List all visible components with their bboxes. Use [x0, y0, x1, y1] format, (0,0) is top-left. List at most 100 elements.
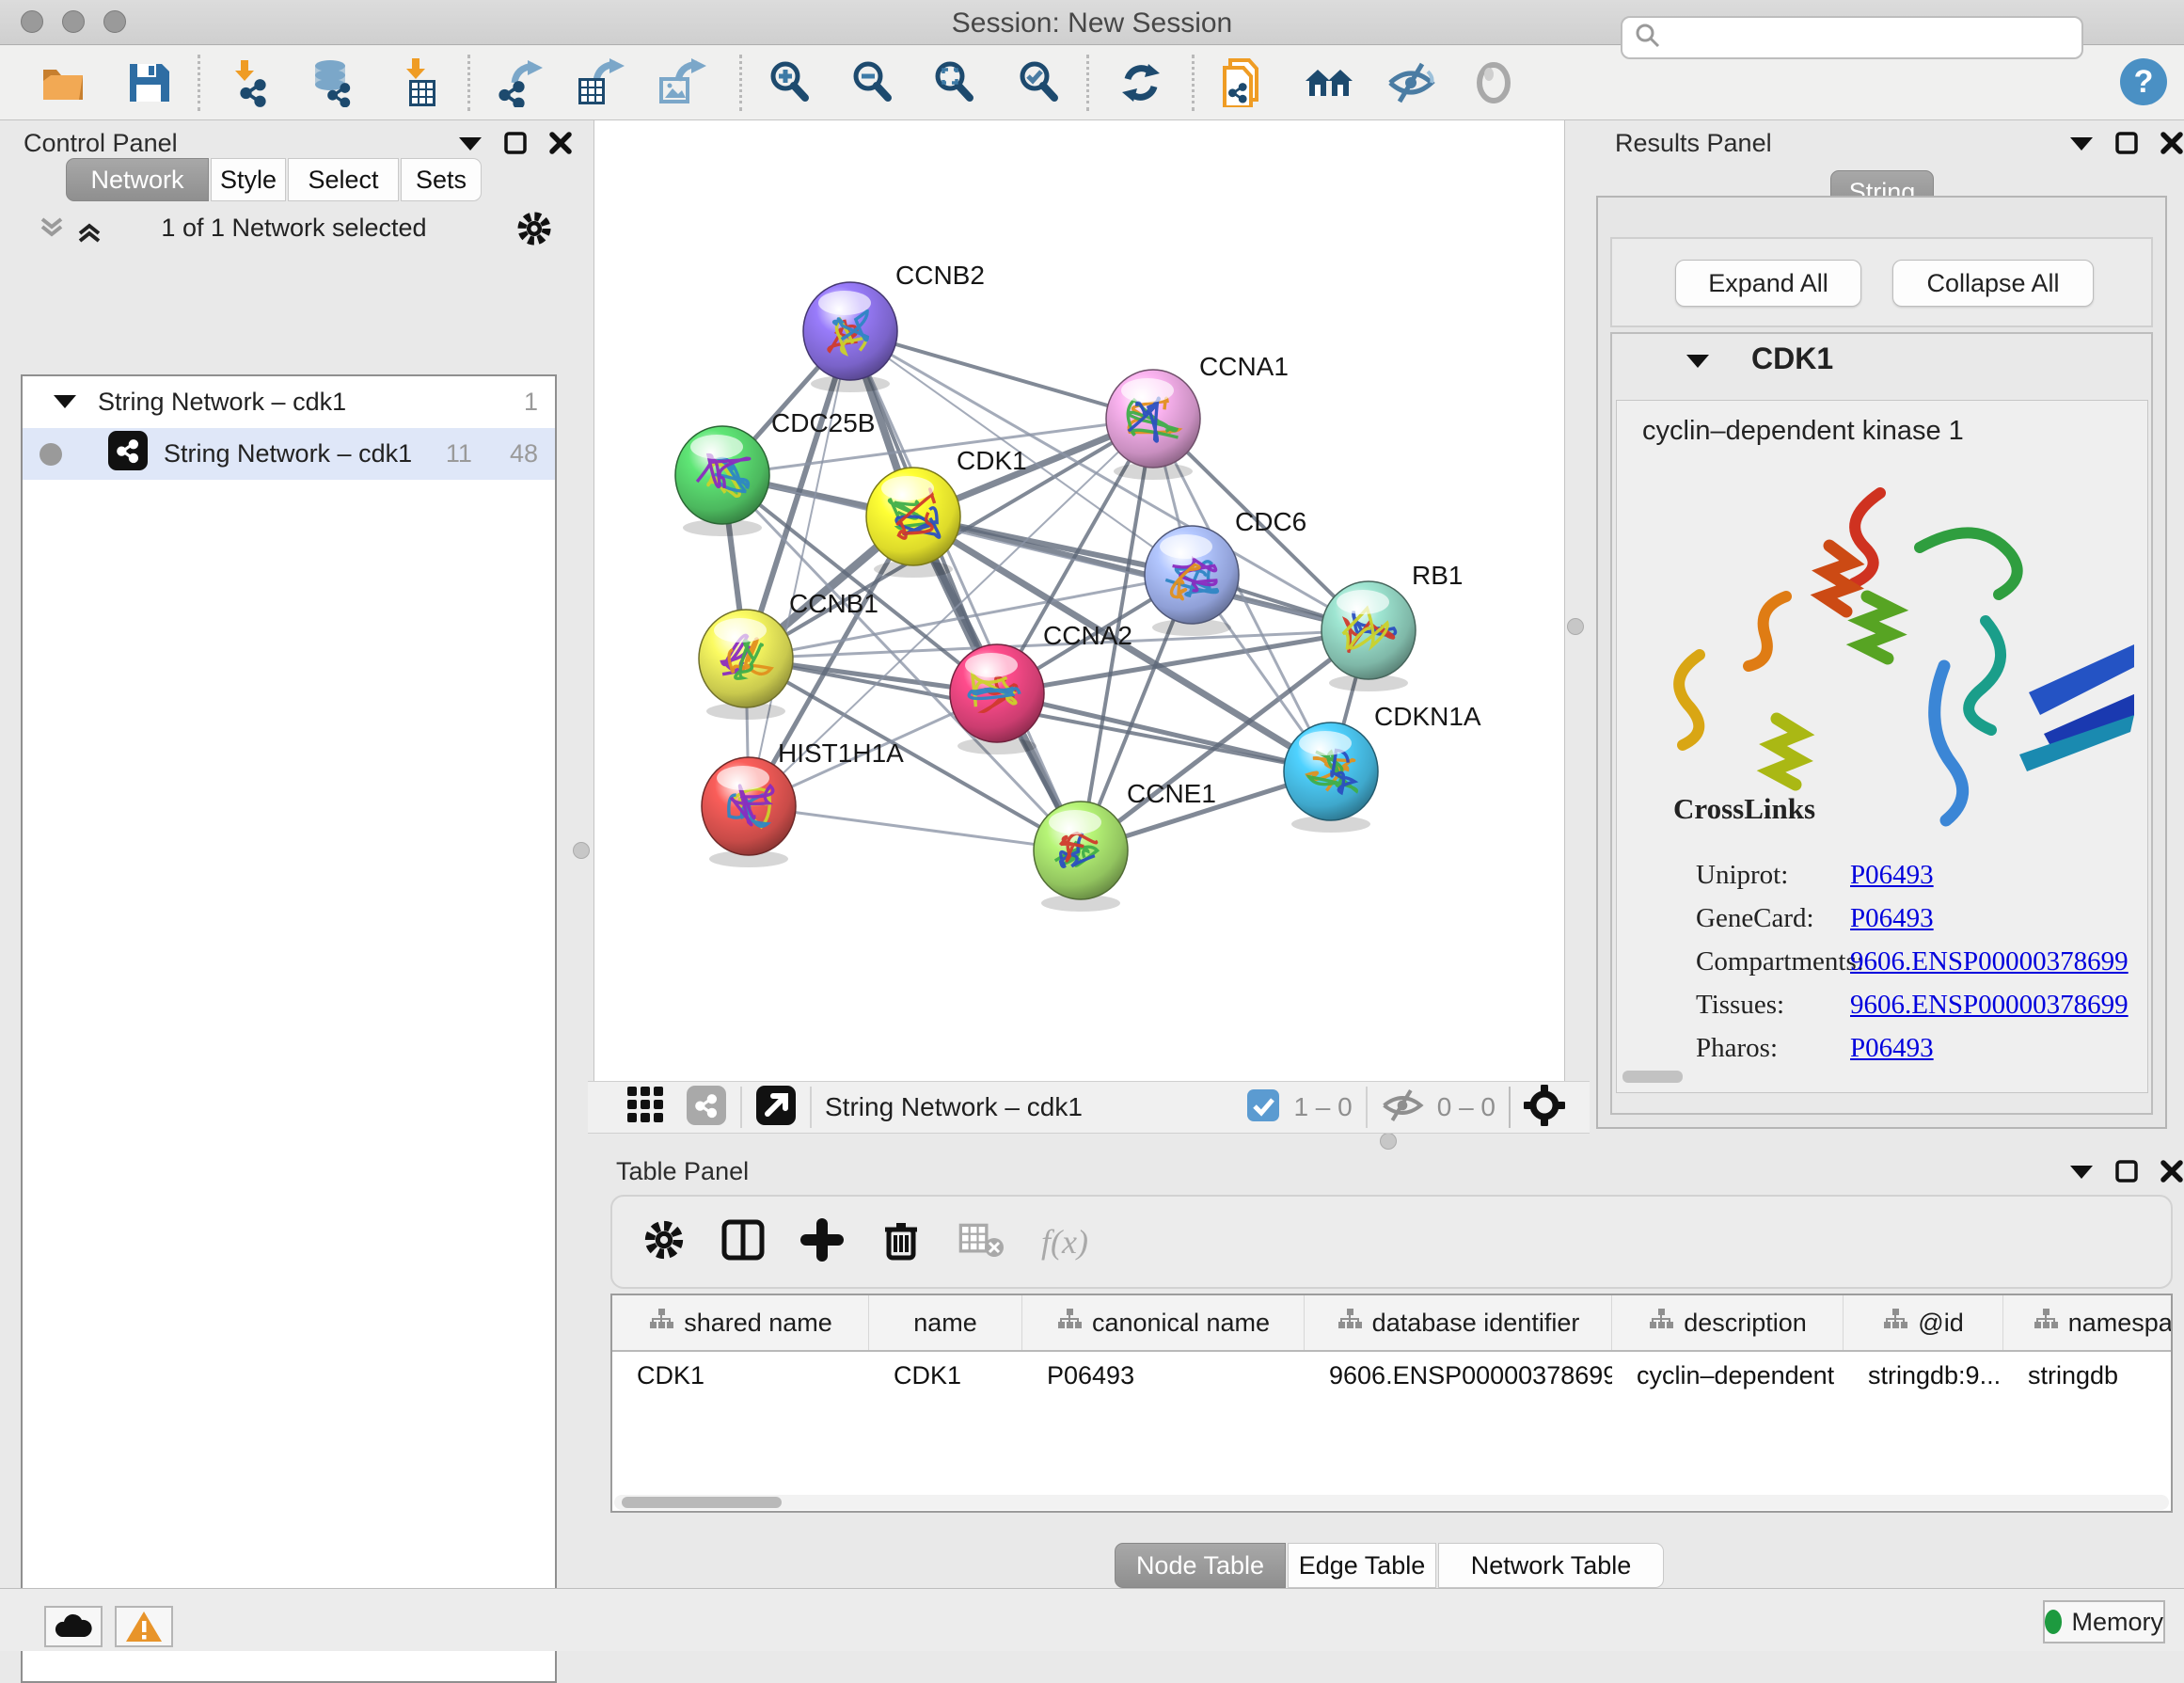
- float-panel-icon[interactable]: [503, 131, 528, 155]
- network-edge[interactable]: [749, 331, 850, 806]
- import-table-button[interactable]: [396, 57, 447, 108]
- zoom-fit-button[interactable]: [929, 57, 980, 108]
- network-node-CCNB2[interactable]: [803, 282, 897, 392]
- home-button[interactable]: [1304, 57, 1354, 108]
- expand-all-button[interactable]: Expand All: [1675, 260, 1861, 307]
- table-columns-icon[interactable]: [721, 1218, 765, 1266]
- network-edge[interactable]: [997, 693, 1331, 771]
- network-collection-row[interactable]: String Network – cdk1 1: [23, 376, 555, 428]
- network-share-badge-icon[interactable]: [686, 1085, 727, 1131]
- collection-expand-icon[interactable]: [53, 388, 77, 417]
- results-hscrollbar-thumb[interactable]: [1622, 1071, 1683, 1083]
- table-row[interactable]: CDK1CDK1P064939606.ENSP00000378699cyclin…: [612, 1352, 2171, 1395]
- network-node-CDC25B[interactable]: [675, 426, 769, 536]
- network-edge[interactable]: [749, 806, 1081, 850]
- collapse-all-button[interactable]: Collapse All: [1892, 260, 2094, 307]
- table-hscrollbar[interactable]: [614, 1495, 2169, 1510]
- import-network-database-button[interactable]: [309, 57, 359, 108]
- export-table-button[interactable]: [575, 57, 625, 108]
- float-panel-icon[interactable]: [2114, 1159, 2139, 1183]
- svg-text:?: ?: [2134, 64, 2154, 100]
- memory-label: Memory: [2071, 1608, 2163, 1637]
- column-header-shared-name[interactable]: shared name: [612, 1295, 869, 1350]
- network-node-CCNB1[interactable]: [699, 610, 793, 720]
- network-node-RB1[interactable]: [1321, 581, 1416, 691]
- table-delete-table-icon[interactable]: [958, 1221, 1005, 1263]
- network-row[interactable]: String Network – cdk1 11 48: [23, 428, 555, 480]
- crosslink-link[interactable]: P06493: [1850, 1033, 1934, 1064]
- table-hscrollbar-thumb[interactable]: [622, 1497, 782, 1508]
- network-edge[interactable]: [850, 331, 1081, 850]
- warning-button[interactable]: [115, 1606, 173, 1647]
- column-header-name[interactable]: name: [869, 1295, 1022, 1350]
- save-session-button[interactable]: [123, 57, 174, 108]
- close-panel-icon[interactable]: [2160, 131, 2184, 155]
- zoom-selected-button[interactable]: [1014, 57, 1065, 108]
- right-splitter-handle[interactable]: [1567, 618, 1584, 635]
- tab-select[interactable]: Select: [288, 158, 399, 201]
- cloud-button[interactable]: [44, 1606, 103, 1647]
- zoom-out-button[interactable]: [847, 57, 898, 108]
- detach-view-icon[interactable]: [755, 1085, 797, 1131]
- collapse-panel-icon[interactable]: [2069, 1162, 2094, 1181]
- close-panel-icon[interactable]: [548, 131, 573, 155]
- search-box[interactable]: [1621, 16, 2083, 59]
- table-delete-icon[interactable]: [879, 1218, 923, 1266]
- hidden-eye-slash-icon[interactable]: [1381, 1088, 1424, 1127]
- table-add-column-icon[interactable]: [800, 1218, 844, 1266]
- tab-network-table[interactable]: Network Table: [1438, 1543, 1664, 1588]
- network-node-CDK1[interactable]: [866, 468, 960, 578]
- memory-button[interactable]: Memory: [2043, 1600, 2165, 1643]
- crosslink-link[interactable]: P06493: [1850, 903, 1934, 934]
- hidden-counts: 0 – 0: [1437, 1092, 1496, 1122]
- collapse-panel-icon[interactable]: [2069, 134, 2094, 152]
- column-header--id[interactable]: @id: [1844, 1295, 2003, 1350]
- grid-view-icon[interactable]: [627, 1087, 665, 1129]
- tab-edge-table[interactable]: Edge Table: [1288, 1543, 1436, 1588]
- network-node-CCNA1[interactable]: [1106, 370, 1200, 480]
- crosslink-link[interactable]: P06493: [1850, 860, 1934, 891]
- crosslink-link[interactable]: 9606.ENSP00000378699: [1850, 990, 2129, 1021]
- zoom-in-button[interactable]: [765, 57, 815, 108]
- hide-glasses-button[interactable]: [1385, 57, 1436, 108]
- node-table[interactable]: shared namenamecanonical namedatabase id…: [610, 1294, 2173, 1513]
- close-panel-icon[interactable]: [2160, 1159, 2184, 1183]
- gene-name: CDK1: [1751, 341, 1833, 376]
- gene-collapse-icon[interactable]: [1685, 351, 1710, 374]
- table-cell: CDK1: [612, 1352, 869, 1395]
- export-network-button[interactable]: [495, 57, 546, 108]
- table-gear-icon[interactable]: [642, 1218, 686, 1266]
- table-function-builder-fx[interactable]: f(x): [1041, 1222, 1088, 1262]
- search-input[interactable]: [1662, 23, 2061, 54]
- collapse-panel-icon[interactable]: [458, 134, 483, 152]
- crosshair-icon[interactable]: [1524, 1085, 1565, 1131]
- show-eye-button[interactable]: [1468, 57, 1519, 108]
- column-header-database-identifier[interactable]: database identifier: [1305, 1295, 1612, 1350]
- tab-network[interactable]: Network: [66, 158, 209, 201]
- left-splitter-handle[interactable]: [573, 842, 590, 859]
- crosslink-link[interactable]: 9606.ENSP00000378699: [1850, 946, 2129, 977]
- column-header-canonical-name[interactable]: canonical name: [1022, 1295, 1305, 1350]
- tab-sets[interactable]: Sets: [401, 158, 482, 201]
- network-node-CCNE1[interactable]: [1034, 802, 1128, 912]
- network-node-CDKN1A[interactable]: [1284, 722, 1378, 833]
- tab-node-table[interactable]: Node Table: [1115, 1543, 1286, 1588]
- column-header-namespace[interactable]: namespace: [2003, 1295, 2173, 1350]
- tab-style[interactable]: Style: [211, 158, 286, 201]
- selected-checkbox-icon[interactable]: [1246, 1088, 1280, 1127]
- help-button[interactable]: ?: [2118, 56, 2169, 112]
- float-panel-icon[interactable]: [2114, 131, 2139, 155]
- table-cell: stringdb: [2003, 1352, 2173, 1395]
- shared-column-icon: [2033, 1308, 2059, 1339]
- network-graph[interactable]: CCNB2CCNA1CDC25BCDK1CDC6RB1CCNB1CCNA2CDK…: [594, 120, 1564, 1082]
- network-edge-count: 48: [510, 439, 538, 468]
- open-session-button[interactable]: [39, 57, 89, 108]
- network-options-gear-icon[interactable]: [515, 210, 553, 252]
- network-canvas[interactable]: CCNB2CCNA1CDC25BCDK1CDC6RB1CCNB1CCNA2CDK…: [593, 119, 1565, 1083]
- refresh-layout-button[interactable]: [1116, 57, 1166, 108]
- network-node-HIST1H1A[interactable]: [702, 757, 796, 867]
- column-header-description[interactable]: description: [1612, 1295, 1844, 1350]
- export-image-button[interactable]: [657, 57, 707, 108]
- share-document-button[interactable]: [1218, 57, 1269, 108]
- import-network-file-button[interactable]: [230, 57, 281, 108]
